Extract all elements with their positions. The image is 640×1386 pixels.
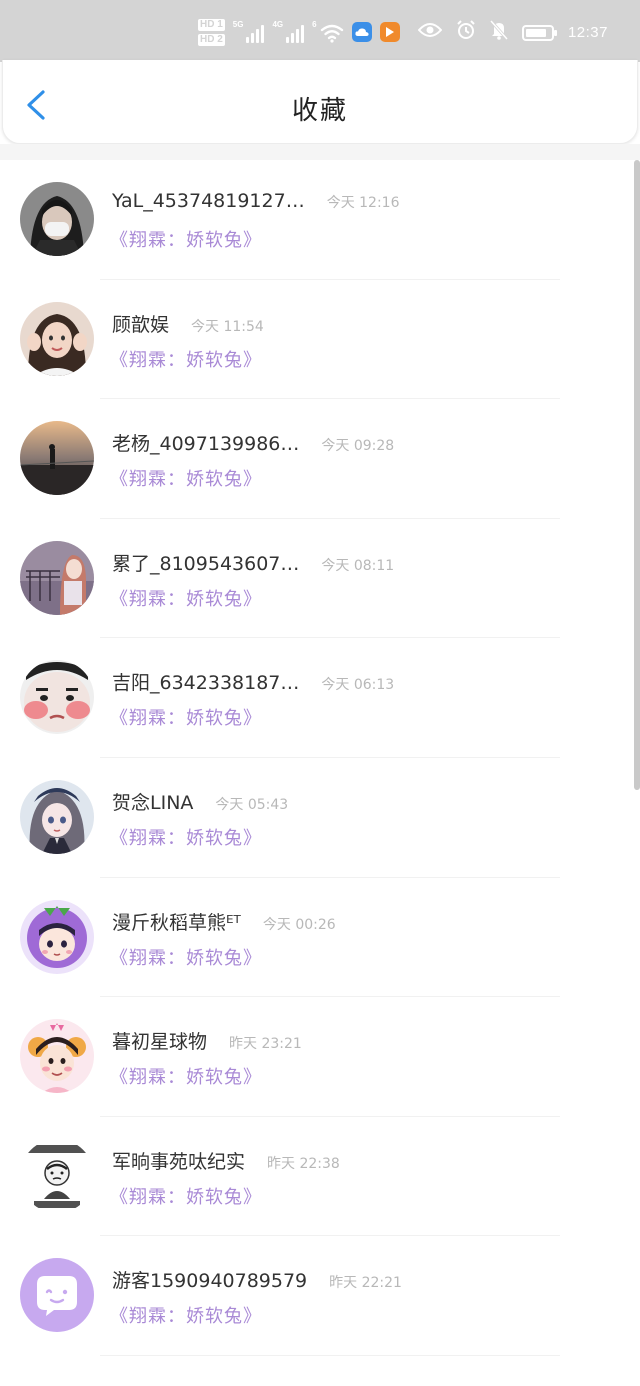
list-item[interactable]: 累了_8109543607… 今天 08:11 《翔霖：娇软兔》 (0, 519, 640, 639)
avatar[interactable] (20, 1019, 94, 1094)
name-row: 游客1590940789579 昨天 22:21 (112, 1266, 402, 1293)
user-name: 老杨_4097139986… (112, 433, 300, 456)
name-row: 老杨_4097139986… 今天 09:28 (112, 429, 394, 456)
avatar[interactable] (20, 182, 94, 256)
list-item[interactable]: YaL_45374819127… 今天 12:16 《翔霖：娇软兔》 (0, 160, 640, 280)
avatar[interactable] (20, 301, 94, 376)
story-title: 《翔霖：娇软兔》 (110, 1067, 262, 1089)
name-row: 顾歆娱 今天 11:54 (112, 310, 264, 337)
story-title: 《翔霖：娇软兔》 (110, 588, 262, 610)
timestamp: 昨天 22:38 (267, 1155, 340, 1172)
story-title: 《翔霖：娇软兔》 (110, 708, 262, 730)
status-time: 12:37 (567, 24, 608, 41)
timestamp: 今天 00:26 (262, 916, 336, 933)
name-row: 贺念LINA 今天 05:43 (112, 788, 288, 815)
video-app-icon (379, 22, 400, 42)
hd1-badge: HD 1 (198, 18, 225, 31)
name-row: 吉阳_6342338187… 今天 06:13 (112, 668, 394, 695)
user-name: YaL_45374819127… (112, 190, 305, 212)
cloud-app-icon (351, 22, 372, 42)
timestamp: 今天 09:28 (321, 438, 395, 455)
list-item[interactable]: 顾歆娱 今天 11:54 《翔霖：娇软兔》 (0, 280, 640, 400)
name-row: 军晌事苑呔纪实 昨天 22:38 (112, 1147, 340, 1174)
user-name: 暮初星球物 (112, 1031, 208, 1054)
story-title: 《翔霖：娇软兔》 (110, 349, 262, 371)
user-name: 漫斤秋稻草熊ᴱᵀ (112, 911, 241, 934)
user-name: 顾歆娱 (112, 313, 170, 336)
divider (100, 1354, 560, 1356)
hd-indicators: HD 1 HD 2 (198, 18, 225, 46)
avatar[interactable] (20, 779, 94, 854)
list-item[interactable]: 暮初星球物 昨天 23:21 《翔霖：娇软兔》 (0, 997, 640, 1117)
user-name: 游客1590940789579 (112, 1270, 308, 1293)
scrollbar[interactable] (634, 160, 640, 790)
avatar[interactable] (20, 899, 94, 974)
app-header: 收藏 (2, 60, 638, 144)
list-item[interactable]: 吉阳_6342338187… 今天 06:13 《翔霖：娇软兔》 (0, 638, 640, 758)
avatar[interactable] (20, 1258, 94, 1333)
name-row: 累了_8109543607… 今天 08:11 (112, 549, 394, 576)
page-title: 收藏 (291, 96, 348, 126)
story-title: 《翔霖：娇软兔》 (110, 230, 262, 251)
timestamp: 今天 11:54 (191, 318, 264, 335)
story-title: 《翔霖：娇软兔》 (110, 469, 262, 491)
timestamp: 今天 06:13 (321, 677, 395, 694)
avatar[interactable] (20, 660, 94, 735)
story-title: 《翔霖：娇软兔》 (110, 827, 262, 849)
header-spacer (0, 144, 640, 160)
avatar[interactable] (20, 1138, 94, 1213)
story-title: 《翔霖：娇软兔》 (110, 1186, 262, 1208)
signal-5g-icon: 5G (233, 21, 265, 43)
wifi-icon: 6 (312, 21, 343, 43)
signal-4g-icon: 4G (272, 21, 305, 43)
battery-icon (521, 24, 557, 41)
list-item[interactable]: 军晌事苑呔纪实 昨天 22:38 《翔霖：娇软兔》 (0, 1117, 640, 1237)
name-row: 漫斤秋稻草熊ᴱᵀ 今天 00:26 (112, 908, 336, 935)
status-right: 12:37 (417, 20, 608, 45)
status-left: HD 1 HD 2 5G 4G 6 (198, 16, 400, 48)
user-name: 贺念LINA (112, 791, 194, 814)
list-item[interactable]: 游客1590940789579 昨天 22:21 《翔霖：娇软兔》 (0, 1236, 640, 1356)
list-item[interactable]: 漫斤秋稻草熊ᴱᵀ 今天 00:26 《翔霖：娇软兔》 (0, 878, 640, 998)
status-bar: HD 1 HD 2 5G 4G 6 12:37 (0, 0, 640, 62)
favorites-list: YaL_45374819127… 今天 12:16 《翔霖：娇软兔》 顾歆娱 今天 11… (0, 160, 640, 1356)
list-item[interactable]: 贺念LINA 今天 05:43 《翔霖：娇软兔》 (0, 758, 640, 878)
user-name: 军晌事苑呔纪实 (112, 1150, 246, 1173)
timestamp: 今天 08:11 (321, 557, 395, 574)
timestamp: 昨天 23:21 (229, 1036, 302, 1053)
name-row: YaL_45374819127… 今天 12:16 (112, 190, 400, 212)
user-name: 累了_8109543607… (112, 552, 300, 575)
timestamp: 今天 12:16 (326, 195, 400, 211)
avatar[interactable] (20, 540, 94, 615)
avatar[interactable] (20, 421, 94, 496)
mute-bell-icon (489, 20, 509, 45)
user-name: 吉阳_6342338187… (112, 672, 300, 695)
name-row: 暮初星球物 昨天 23:21 (112, 1027, 302, 1054)
timestamp: 今天 05:43 (215, 796, 289, 813)
story-title: 《翔霖：娇软兔》 (110, 1306, 262, 1328)
hd2-badge: HD 2 (198, 33, 225, 46)
timestamp: 昨天 22:21 (329, 1275, 402, 1292)
story-title: 《翔霖：娇软兔》 (110, 947, 262, 969)
list-item[interactable]: 老杨_4097139986… 今天 09:28 《翔霖：娇软兔》 (0, 399, 640, 519)
alarm-icon (456, 20, 476, 45)
eye-icon (417, 22, 443, 43)
